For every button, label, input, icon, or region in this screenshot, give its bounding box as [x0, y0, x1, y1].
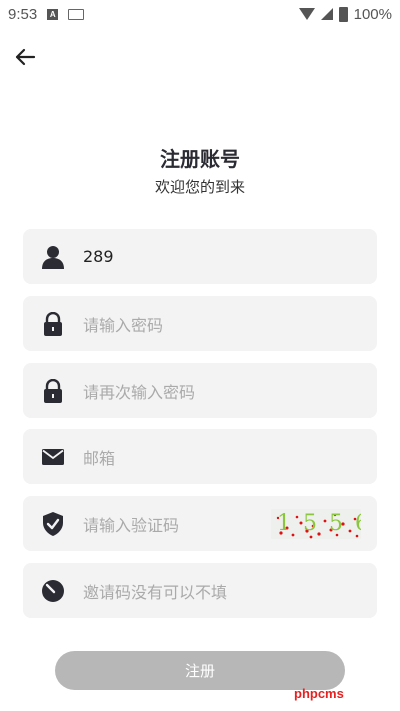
register-button[interactable]: 注册	[55, 651, 345, 690]
status-time: 9:53	[8, 5, 38, 23]
username-field[interactable]: 289	[23, 229, 377, 284]
signal-icon	[320, 8, 333, 20]
page-title: 注册账号	[160, 147, 240, 171]
keyboard-icon	[68, 8, 85, 20]
lock-icon	[44, 311, 62, 336]
password-field[interactable]: 请输入密码	[23, 296, 377, 351]
invite-code-field[interactable]: 邀请码没有可以不填	[23, 563, 377, 618]
arrow-left-icon	[15, 48, 36, 66]
wifi-icon	[298, 8, 315, 20]
invite-code-input[interactable]: 邀请码没有可以不填	[83, 579, 227, 603]
captcha-field[interactable]: 请输入验证码 1556	[23, 496, 377, 551]
captcha-image[interactable]: 1556	[271, 509, 361, 539]
password-input[interactable]: 请输入密码	[83, 312, 163, 336]
captcha-input[interactable]: 请输入验证码	[83, 512, 179, 536]
email-field[interactable]: 邮箱	[23, 429, 377, 484]
confirm-password-input[interactable]: 请再次输入密码	[83, 379, 195, 403]
username-input[interactable]: 289	[83, 247, 114, 266]
app-notification-icon: A	[47, 8, 59, 20]
captcha-text: 1556	[277, 511, 361, 536]
watermark: phpcms	[294, 686, 344, 701]
user-icon	[42, 245, 64, 269]
back-button[interactable]	[10, 42, 40, 72]
email-input[interactable]: 邮箱	[83, 445, 115, 469]
status-bar: 9:53 A 100%	[0, 0, 400, 28]
battery-icon	[338, 6, 348, 22]
confirm-password-field[interactable]: 请再次输入密码	[23, 363, 377, 418]
lock-icon	[44, 378, 62, 403]
page-subtitle: 欢迎您的到来	[154, 178, 245, 196]
shield-check-icon	[43, 511, 63, 536]
mail-icon	[42, 448, 64, 465]
clock-icon	[42, 579, 64, 602]
battery-level: 100%	[353, 5, 392, 23]
